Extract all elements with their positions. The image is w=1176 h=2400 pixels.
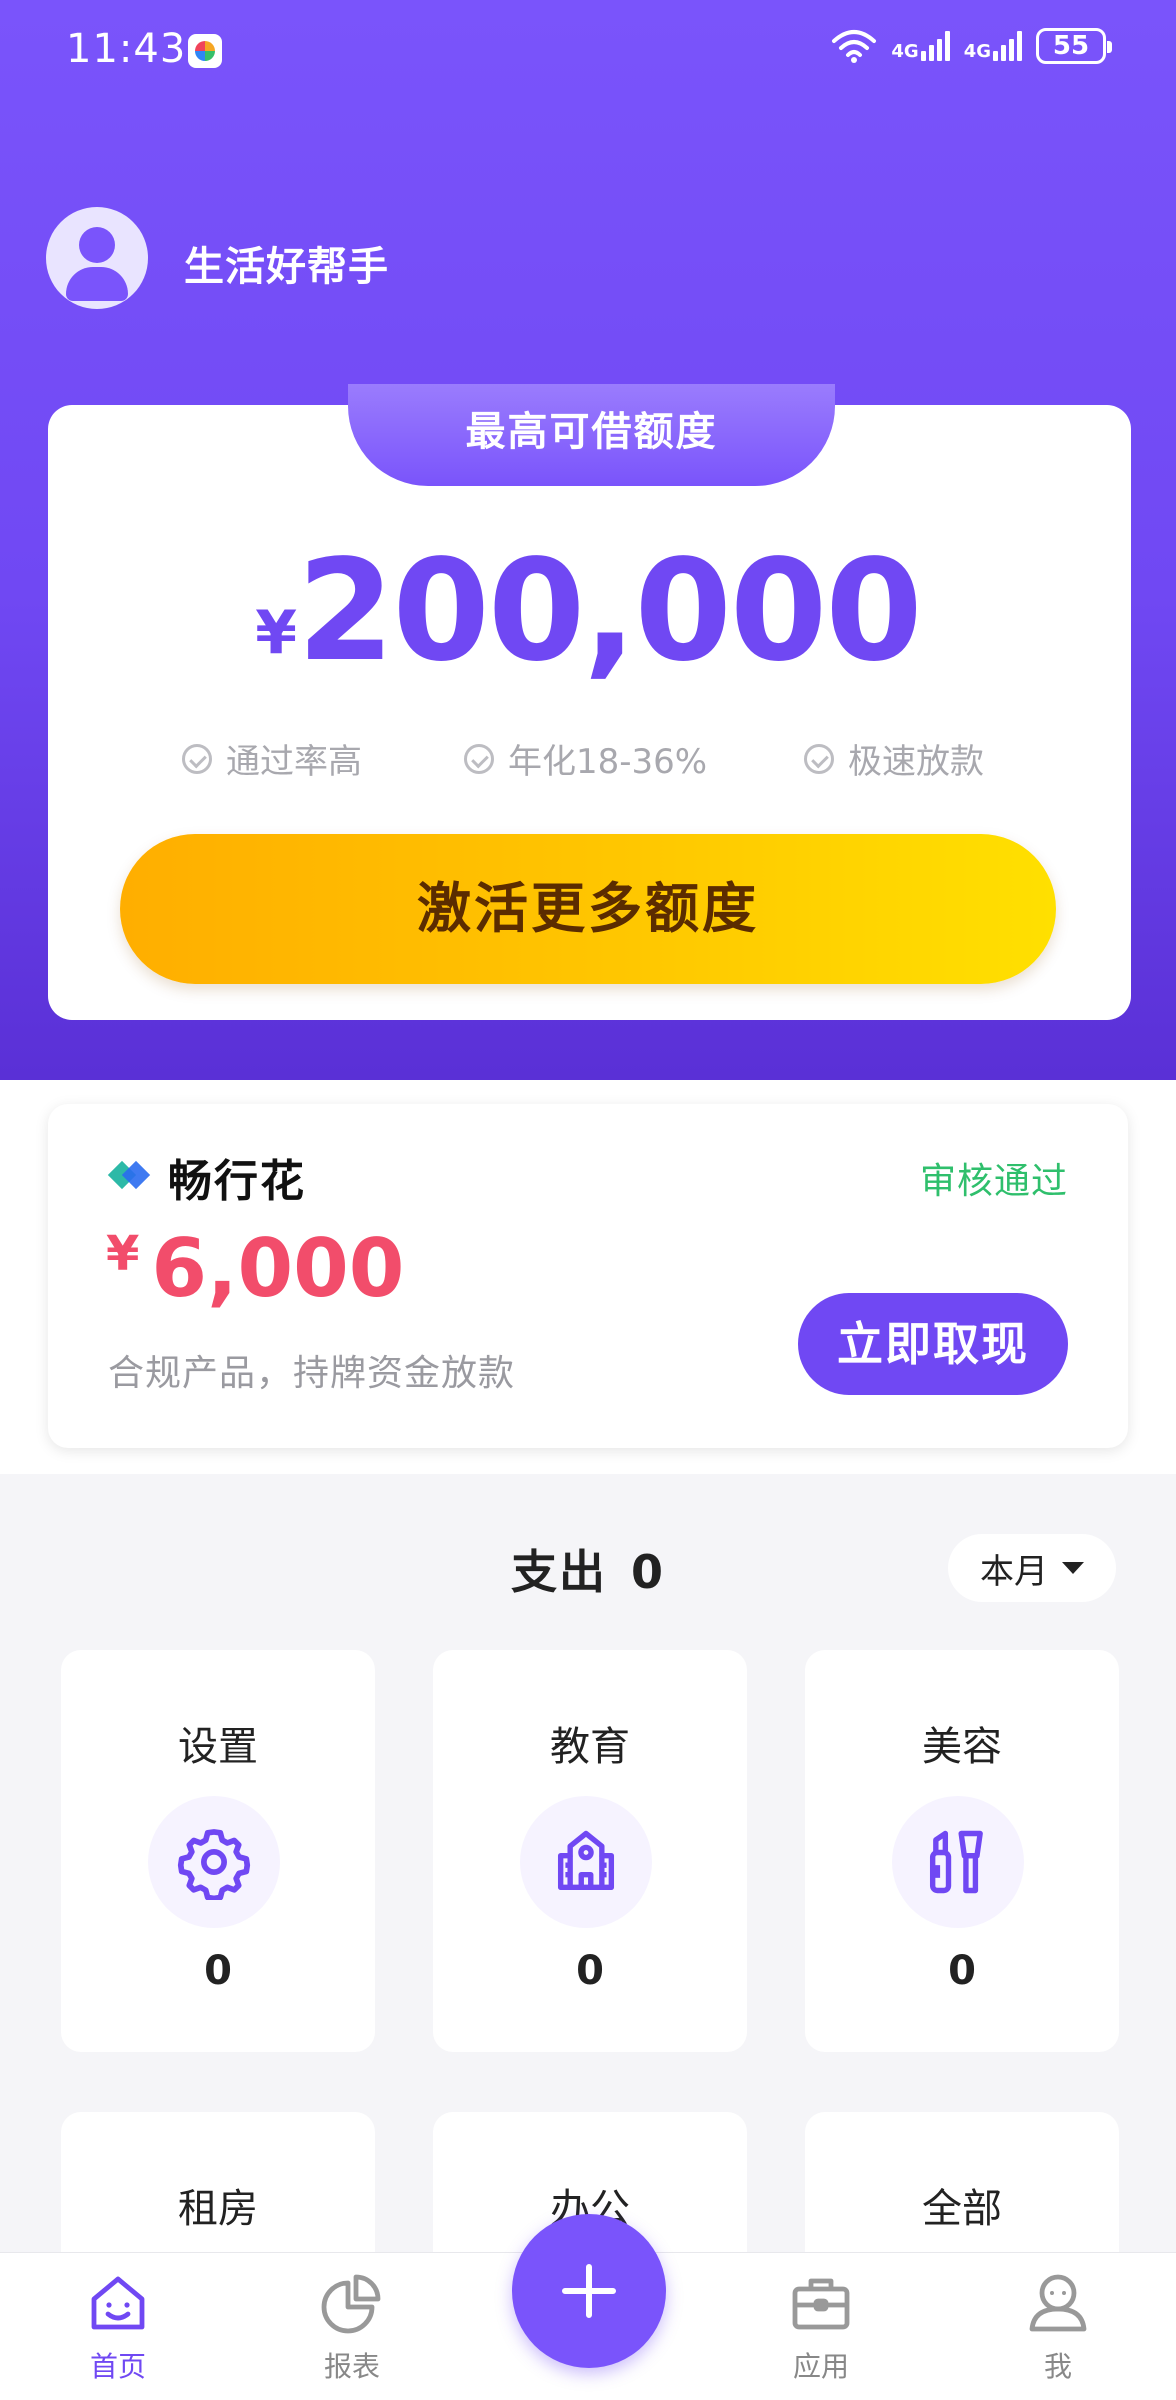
notification-app-icon <box>188 34 222 68</box>
feature-label: 极速放款 <box>848 742 984 782</box>
signal-2: 4G <box>964 31 1022 61</box>
avatar[interactable] <box>46 207 148 309</box>
avatar-body <box>66 267 128 301</box>
product-status: 审核通过 <box>919 1161 1068 1202</box>
product-name: 畅行花 <box>168 1156 306 1207</box>
feature-item: 年化18-36% <box>464 734 707 783</box>
nav-item-report[interactable]: 报表 <box>262 2253 442 2400</box>
product-currency: ¥ <box>106 1226 140 1282</box>
signal-2-label: 4G <box>963 41 991 62</box>
nav-item-home[interactable]: 首页 <box>28 2253 208 2400</box>
activate-quota-button[interactable]: 激活更多额度 <box>120 834 1056 984</box>
pie-chart-icon <box>321 2274 381 2334</box>
quota-value: 200,000 <box>297 530 923 693</box>
product-amount: ¥6,000 <box>106 1222 404 1315</box>
status-indicators: 4G 4G 55 <box>831 28 1112 64</box>
nav-label: 我 <box>1043 2350 1072 2383</box>
product-logo-icon <box>107 1155 151 1195</box>
category-label: 租房 <box>178 2186 258 2232</box>
signal-1-label: 4G <box>891 41 919 62</box>
product-description: 合规产品，持牌资金放款 <box>108 1353 516 1394</box>
wifi-icon <box>832 30 877 63</box>
nav-label: 首页 <box>89 2350 146 2383</box>
app-name: 生活好帮手 <box>184 244 389 290</box>
feature-label: 年化18-36% <box>508 742 708 782</box>
quota-amount: ¥200,000 <box>0 530 1176 693</box>
add-record-button[interactable] <box>512 2214 666 2368</box>
category-value: 0 <box>948 1948 976 1994</box>
briefcase-icon <box>792 2278 850 2330</box>
category-icon-bg <box>520 1796 652 1928</box>
caret-down-icon <box>1062 1562 1084 1574</box>
feature-item: 极速放款 <box>804 734 984 783</box>
category-icon-bg <box>148 1796 280 1928</box>
quota-tab-label: 最高可借额度 <box>348 384 835 486</box>
quota-currency: ¥ <box>255 598 298 668</box>
signal-1: 4G <box>891 31 950 62</box>
category-label: 设置 <box>178 1724 258 1770</box>
nav-item-apps[interactable]: 应用 <box>731 2253 911 2400</box>
signal-bars-icon <box>993 31 1022 61</box>
category-icon-bg <box>892 1796 1024 1928</box>
check-circle-icon <box>464 743 494 774</box>
category-card-settings[interactable]: 设置 0 <box>61 1650 375 2052</box>
check-circle-icon <box>182 743 212 774</box>
check-circle-icon <box>804 743 834 774</box>
gear-icon <box>177 1829 251 1900</box>
nav-item-me[interactable]: 我 <box>968 2253 1148 2400</box>
nav-label: 报表 <box>323 2350 380 2383</box>
feature-item: 通过率高 <box>182 734 362 783</box>
status-time: 11:43 <box>66 26 187 72</box>
home-icon <box>91 2276 145 2330</box>
expense-value: 0 <box>630 1545 665 1599</box>
status-bar: 11:43 4G 4G 55 <box>0 0 1176 100</box>
withdraw-button[interactable]: 立即取现 <box>798 1293 1068 1395</box>
nav-label: 应用 <box>792 2350 849 2383</box>
category-card-beauty[interactable]: 美容 0 <box>805 1650 1119 2052</box>
category-card-education[interactable]: 教育 0 <box>433 1650 747 2052</box>
plus-icon <box>562 2264 616 2318</box>
expense-label: 支出 <box>510 1545 607 1599</box>
category-value: 0 <box>576 1948 604 1994</box>
category-label: 教育 <box>550 1724 630 1770</box>
battery-icon: 55 <box>1036 28 1112 64</box>
feature-label: 通过率高 <box>226 742 362 782</box>
category-value: 0 <box>204 1948 232 1994</box>
quota-features: 通过率高 年化18-36% 极速放款 <box>0 734 1176 790</box>
category-label: 全部 <box>922 2186 1002 2232</box>
product-amount-value: 6,000 <box>151 1222 405 1315</box>
cosmetics-icon <box>929 1830 983 1894</box>
period-select-value: 本月 <box>980 1551 1048 1592</box>
signal-bars-icon <box>920 31 950 61</box>
period-select[interactable]: 本月 <box>948 1534 1116 1602</box>
avatar-head <box>79 227 115 263</box>
school-icon <box>557 1830 615 1891</box>
category-label: 美容 <box>922 1724 1002 1770</box>
user-icon <box>1029 2274 1087 2332</box>
